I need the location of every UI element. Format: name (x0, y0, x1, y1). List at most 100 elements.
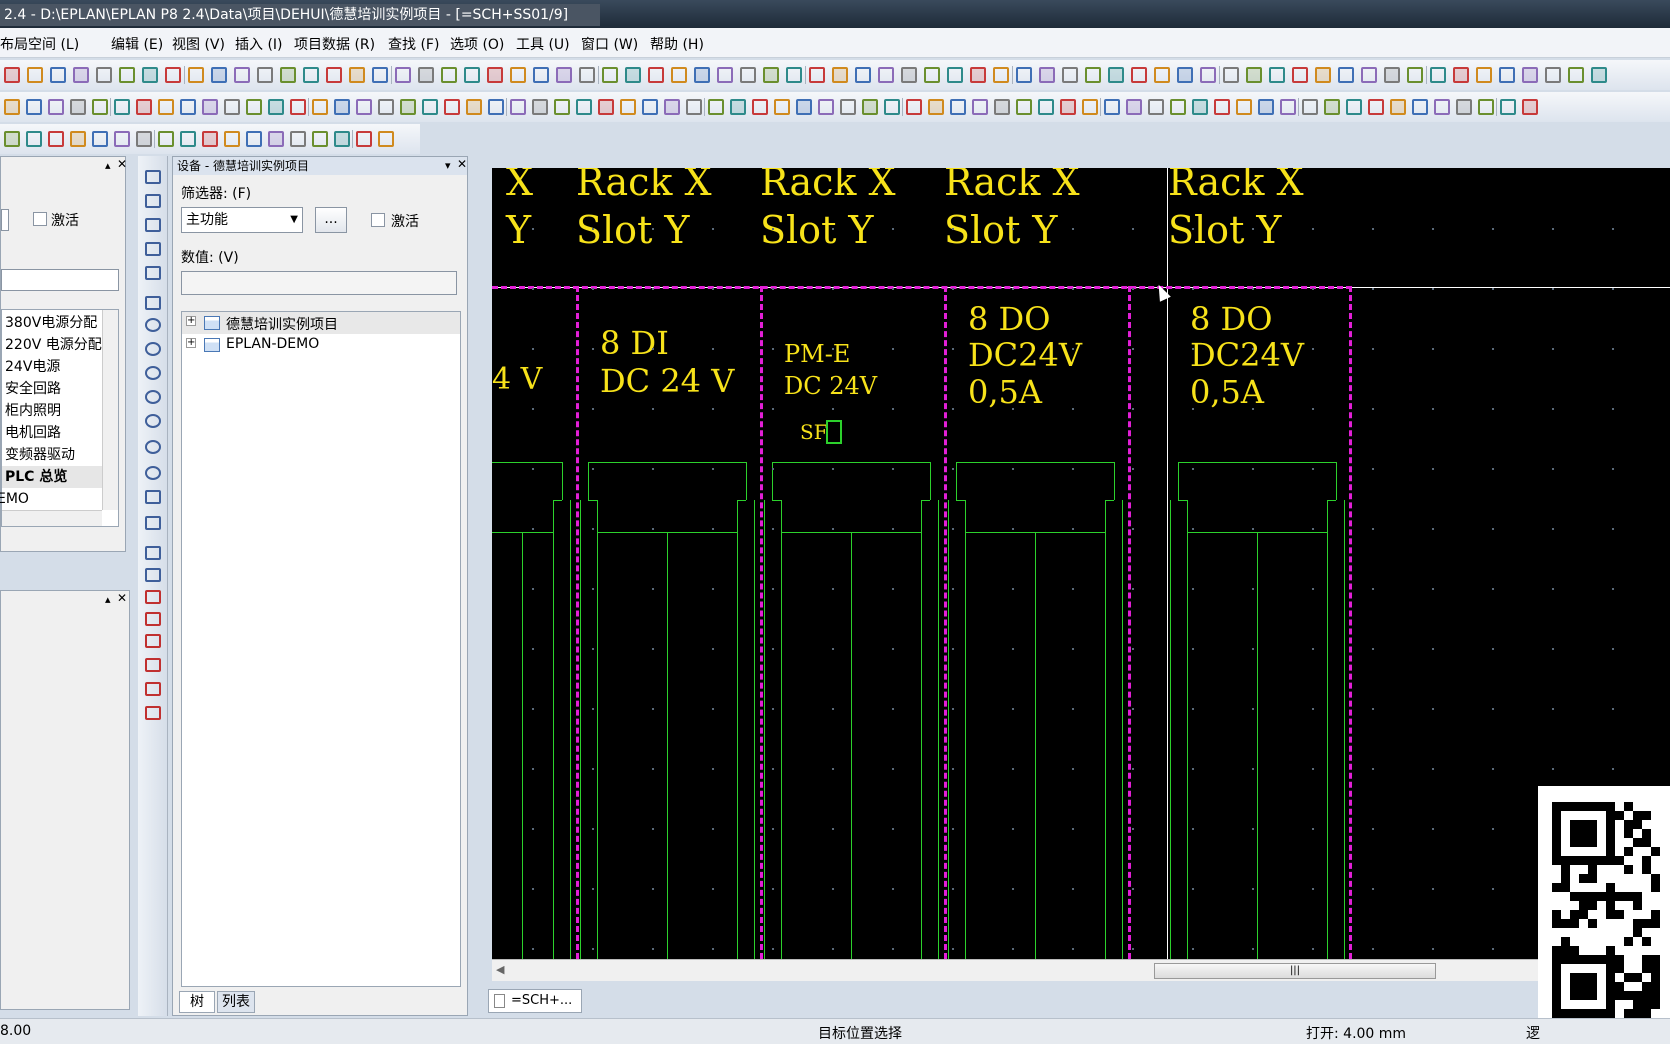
toolbar-button-icon[interactable] (1430, 67, 1446, 83)
menu-edit[interactable]: 编辑 (E) (111, 34, 163, 54)
close-icon[interactable]: ✕ (117, 591, 127, 605)
draw-tool-icon[interactable] (145, 318, 161, 332)
draw-tool-icon[interactable] (145, 218, 161, 232)
draw-tool-icon[interactable] (145, 266, 161, 280)
toolbar-button-icon[interactable] (924, 67, 940, 83)
toolbar-button-icon[interactable] (664, 99, 680, 115)
toolbar-button-icon[interactable] (372, 67, 388, 83)
toolbar-button-icon[interactable] (1177, 67, 1193, 83)
drawing-horizontal-scrollbar[interactable]: ◀ ||| (492, 959, 1670, 981)
tree-item-demo[interactable]: EPLAN-DEMO (226, 336, 319, 352)
toolbar-button-icon[interactable] (4, 131, 20, 147)
toolbar-button-icon[interactable] (1258, 99, 1274, 115)
menu-layout-space[interactable]: 布局空间 (L) (0, 34, 79, 54)
toolbar-button-icon[interactable] (1412, 99, 1428, 115)
toolbar-button-icon[interactable] (1384, 67, 1400, 83)
list-item[interactable]: 安全回路 (2, 378, 61, 400)
toolbar-button-icon[interactable] (202, 131, 218, 147)
toolbar-button-icon[interactable] (444, 99, 460, 115)
toolbar-button-icon[interactable] (119, 67, 135, 83)
toolbar-button-icon[interactable] (1407, 67, 1423, 83)
list-item[interactable]: 变频器驱动 (2, 444, 75, 466)
draw-tool-icon[interactable] (145, 440, 161, 454)
draw-tool-icon[interactable] (145, 658, 161, 672)
toolbar-button-icon[interactable] (1361, 67, 1377, 83)
draw-tool-icon[interactable] (145, 568, 161, 582)
draw-tool-icon[interactable] (145, 342, 161, 356)
toolbar-button-icon[interactable] (48, 99, 64, 115)
filter-dropdown[interactable]: 主功能 ▼ (181, 207, 303, 233)
toolbar-button-icon[interactable] (334, 99, 350, 115)
toolbar-button-icon[interactable] (26, 99, 42, 115)
close-icon[interactable]: ✕ (457, 157, 467, 171)
tab-tree[interactable]: 树 (179, 991, 215, 1013)
toolbar-button-icon[interactable] (96, 67, 112, 83)
tree-item-project[interactable]: 德慧培训实例项目 (226, 314, 338, 334)
toolbar-button-icon[interactable] (1280, 99, 1296, 115)
toolbar-button-icon[interactable] (556, 67, 572, 83)
expand-icon[interactable]: + (186, 338, 196, 348)
menu-project-data[interactable]: 项目数据 (R) (294, 34, 375, 54)
value-input[interactable] (181, 271, 457, 295)
toolbar-button-icon[interactable] (70, 99, 86, 115)
toolbar-button-icon[interactable] (1315, 67, 1331, 83)
toolbar-button-icon[interactable] (970, 67, 986, 83)
draw-tool-icon[interactable] (145, 634, 161, 648)
toolbar-button-icon[interactable] (752, 99, 768, 115)
toolbar-button-icon[interactable] (136, 99, 152, 115)
toolbar-button-icon[interactable] (928, 99, 944, 115)
toolbar-button-icon[interactable] (142, 67, 158, 83)
toolbar-button-icon[interactable] (1085, 67, 1101, 83)
menu-options[interactable]: 选项 (O) (450, 34, 504, 54)
toolbar-button-icon[interactable] (466, 99, 482, 115)
toolbar-button-icon[interactable] (234, 67, 250, 83)
toolbar-button-icon[interactable] (602, 67, 618, 83)
toolbar-button-icon[interactable] (1154, 67, 1170, 83)
toolbar-button-icon[interactable] (26, 131, 42, 147)
toolbar-button-icon[interactable] (906, 99, 922, 115)
toolbar-button-icon[interactable] (180, 131, 196, 147)
panel-pin-icon[interactable]: ▴ (105, 159, 111, 172)
draw-tool-icon[interactable] (145, 612, 161, 626)
toolbar-button-icon[interactable] (1131, 67, 1147, 83)
toolbar-button-icon[interactable] (92, 99, 108, 115)
toolbar-button-icon[interactable] (1214, 99, 1230, 115)
toolbar-button-icon[interactable] (901, 67, 917, 83)
toolbar-button-icon[interactable] (1016, 67, 1032, 83)
toolbar-button-icon[interactable] (1522, 67, 1538, 83)
toolbar-button-icon[interactable] (786, 67, 802, 83)
toolbar-button-icon[interactable] (422, 99, 438, 115)
toolbar-button-icon[interactable] (832, 67, 848, 83)
toolbar-button-icon[interactable] (510, 99, 526, 115)
toolbar-button-icon[interactable] (993, 67, 1009, 83)
draw-tool-icon[interactable] (145, 490, 161, 504)
vertical-scrollbar[interactable] (102, 310, 118, 510)
toolbar-button-icon[interactable] (1453, 67, 1469, 83)
toolbar-button-icon[interactable] (114, 99, 130, 115)
toolbar-button-icon[interactable] (224, 131, 240, 147)
toolbar-button-icon[interactable] (1200, 67, 1216, 83)
list-item[interactable]: EMO (0, 488, 29, 510)
toolbar-button-icon[interactable] (686, 99, 702, 115)
toolbar-button-icon[interactable] (1522, 99, 1538, 115)
toolbar-button-icon[interactable] (950, 99, 966, 115)
panel-pin-icon[interactable]: ▴ (105, 593, 111, 606)
toolbar-button-icon[interactable] (356, 131, 372, 147)
toolbar-button-icon[interactable] (487, 67, 503, 83)
toolbar-button-icon[interactable] (855, 67, 871, 83)
filter-dropdown[interactable] (1, 209, 9, 231)
toolbar-button-icon[interactable] (180, 99, 196, 115)
toolbar-button-icon[interactable] (809, 67, 825, 83)
toolbar-button-icon[interactable] (211, 67, 227, 83)
toolbar-button-icon[interactable] (620, 99, 636, 115)
close-icon[interactable]: ✕ (117, 157, 127, 171)
horizontal-scrollbar[interactable] (2, 510, 102, 526)
toolbar-button-icon[interactable] (717, 67, 733, 83)
toolbar-button-icon[interactable] (257, 67, 273, 83)
toolbar-button-icon[interactable] (1545, 67, 1561, 83)
toolbar-button-icon[interactable] (1060, 99, 1076, 115)
list-item[interactable]: 柜内照明 (2, 400, 61, 422)
toolbar-button-icon[interactable] (356, 99, 372, 115)
toolbar-button-icon[interactable] (378, 131, 394, 147)
toolbar-button-icon[interactable] (1223, 67, 1239, 83)
